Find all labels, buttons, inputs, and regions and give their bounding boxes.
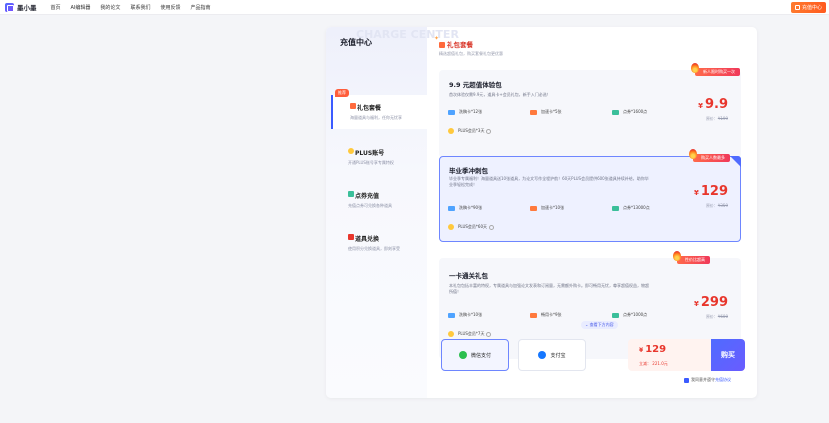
package-name: 9.9 元超值体验包	[449, 81, 502, 89]
logo[interactable]: 墨小墨	[5, 2, 37, 12]
feature-item: 点券*13000点	[612, 205, 650, 211]
flame-icon	[689, 149, 697, 159]
sidebar-item-sub: 充值点券可兑换各种道具	[348, 203, 392, 208]
app-name: 墨小墨	[17, 4, 37, 12]
nav-ai-editor[interactable]: AI编辑器	[71, 4, 91, 11]
wechat-pay-option[interactable]: 微信支付	[441, 339, 509, 371]
unlimited-card-icon	[530, 312, 537, 318]
feature-item: 点券*1600点	[612, 109, 647, 115]
exchange-icon	[348, 234, 354, 240]
wechat-icon	[458, 351, 467, 359]
discount-text: 立减： 221.0元	[639, 361, 668, 366]
recharge-center-button[interactable]: 充值中心	[790, 2, 826, 13]
nav-my-papers[interactable]: 我的论文	[100, 4, 120, 11]
sidebar-item-sub: 开通PLUS账号享专属特权	[348, 160, 394, 165]
feature-item: 加速卡*10张	[530, 205, 564, 211]
feature-item: 洗稿卡*10张	[448, 312, 482, 318]
flame-icon	[691, 63, 699, 73]
selected-check-icon	[730, 156, 741, 167]
agreement: 我同意并遵守 充值协议	[684, 377, 731, 383]
info-icon	[489, 224, 494, 230]
sidebar-item-label: 礼包套餐	[357, 105, 382, 112]
original-price: 原价：¥359	[705, 203, 728, 208]
feature-item: PLUS会员*7天	[448, 331, 492, 337]
package-price: ¥9.9	[698, 97, 728, 112]
total-price: ¥129	[639, 344, 667, 355]
nav-contact[interactable]: 联系我们	[130, 4, 150, 11]
main-content: ✦ 礼包套餐 精选超值礼包，购买套餐礼包更优惠 新人限时购买一次 9.9 元超值…	[427, 27, 757, 398]
card-icon	[448, 312, 455, 318]
flame-icon	[673, 251, 681, 261]
card-icon	[448, 109, 455, 115]
sidebar-item-exchange[interactable]: 道具兑换 使用积分兑换道具，即刻享受	[331, 226, 427, 260]
original-price: 原价：¥199	[705, 116, 728, 121]
sidebar-item-label: 点券充值	[355, 193, 380, 200]
sidebar-item-gift-packs[interactable]: 推荐 礼包套餐 海量道具与福利，任你无忧享	[331, 89, 427, 129]
section-subtitle: 精选超值礼包，购买套餐礼包更优惠	[439, 51, 503, 56]
top-header: 墨小墨 首页 AI编辑器 我的论文 联系我们 使用反馈 产品指南 充值中心	[0, 0, 829, 15]
coupon-icon	[612, 312, 619, 318]
crown-icon	[348, 148, 354, 154]
package-price: ¥129	[693, 184, 728, 199]
feature-item: 洗稿卡*90张	[448, 205, 482, 211]
card-ribbon: 性价比超高	[673, 251, 710, 264]
agree-checkbox[interactable]	[684, 377, 689, 383]
info-icon	[486, 331, 492, 337]
coupon-icon	[612, 205, 619, 211]
package-card-graduation[interactable]: 购买人数最多 毕业季冲刺包 毕业季专属福利！海量道具送10张道具，为论文写作全程…	[439, 149, 741, 242]
coupon-icon	[348, 191, 354, 197]
feature-item: 畅用卡*9张	[530, 312, 562, 318]
sidebar-item-label: PLUS账号	[355, 150, 385, 157]
sidebar-title: 充值中心	[340, 38, 372, 47]
main-nav: 首页 AI编辑器 我的论文 联系我们 使用反馈 产品指南	[51, 4, 221, 11]
feature-item: 点券*1000点	[612, 312, 647, 318]
crown-icon	[448, 331, 454, 337]
sidebar: CHARGE CENTER 充值中心 推荐 礼包套餐 海量道具与福利，任你无忧享…	[326, 27, 459, 398]
card-icon	[448, 205, 455, 211]
card-ribbon: 购买人数最多	[689, 149, 730, 162]
gift-icon	[794, 5, 800, 10]
speed-card-icon	[530, 109, 537, 115]
sidebar-item-sub: 海量道具与福利，任你无忧享	[350, 115, 402, 120]
nav-guide[interactable]: 产品指南	[190, 4, 210, 11]
feature-item: 加速卡*5张	[530, 109, 562, 115]
checkout-box: ¥129 立减： 221.0元 购买	[628, 339, 745, 371]
sidebar-item-label: 道具兑换	[355, 236, 380, 243]
recommend-badge: 推荐	[335, 89, 349, 97]
sidebar-item-coupons[interactable]: 点券充值 充值点券可兑换各种道具	[331, 183, 427, 217]
alipay-icon	[538, 351, 547, 359]
show-more-button[interactable]: ⌄ 查看下方内容	[581, 321, 618, 329]
recharge-panel: CHARGE CENTER 充值中心 推荐 礼包套餐 海量道具与福利，任你无忧享…	[326, 27, 757, 398]
gift-icon	[439, 42, 445, 48]
recharge-label: 充值中心	[801, 5, 822, 11]
crown-icon	[448, 128, 454, 134]
package-name: 一卡通关礼包	[449, 272, 488, 280]
gift-icon	[350, 103, 356, 109]
sidebar-item-plus[interactable]: PLUS账号 开通PLUS账号享专属特权	[331, 140, 427, 174]
feature-item: PLUS会员*3天	[448, 128, 492, 134]
original-price: 原价：¥600	[705, 314, 728, 319]
info-icon	[486, 128, 492, 134]
nav-feedback[interactable]: 使用反馈	[160, 4, 180, 11]
package-card-trial[interactable]: 新人限时购买一次 9.9 元超值体验包 首次体验仅需9.9元，道具卡+会员礼包，…	[439, 63, 741, 158]
feature-item: PLUS会员*60天	[448, 224, 494, 230]
package-name: 毕业季冲刺包	[449, 167, 488, 175]
package-desc: 本礼包包括丰富的特权，专属道具与加强论文发表和订阅量，无需额外购卡。即可畅用无忧…	[449, 283, 649, 294]
sidebar-item-sub: 使用积分兑换道具，即刻享受	[348, 246, 400, 251]
package-desc: 毕业季专属福利！海量道具送10张道具，为论文写作全程护航！60天PLUS会员提供…	[449, 176, 649, 187]
buy-button[interactable]: 购买	[711, 339, 745, 371]
crown-icon	[448, 224, 454, 230]
recharge-agreement-link[interactable]: 充值协议	[715, 377, 731, 383]
coupon-icon	[612, 109, 619, 115]
alipay-option[interactable]: 支付宝	[518, 339, 586, 371]
package-desc: 首次体验仅需9.9元，道具卡+会员礼包，新手入门必选！	[449, 92, 551, 97]
package-price: ¥299	[693, 295, 728, 310]
nav-home[interactable]: 首页	[51, 4, 61, 11]
speed-card-icon	[530, 205, 537, 211]
card-ribbon: 新人限时购买一次	[691, 63, 740, 76]
feature-item: 洗稿卡*12张	[448, 109, 482, 115]
logo-icon	[5, 2, 14, 12]
